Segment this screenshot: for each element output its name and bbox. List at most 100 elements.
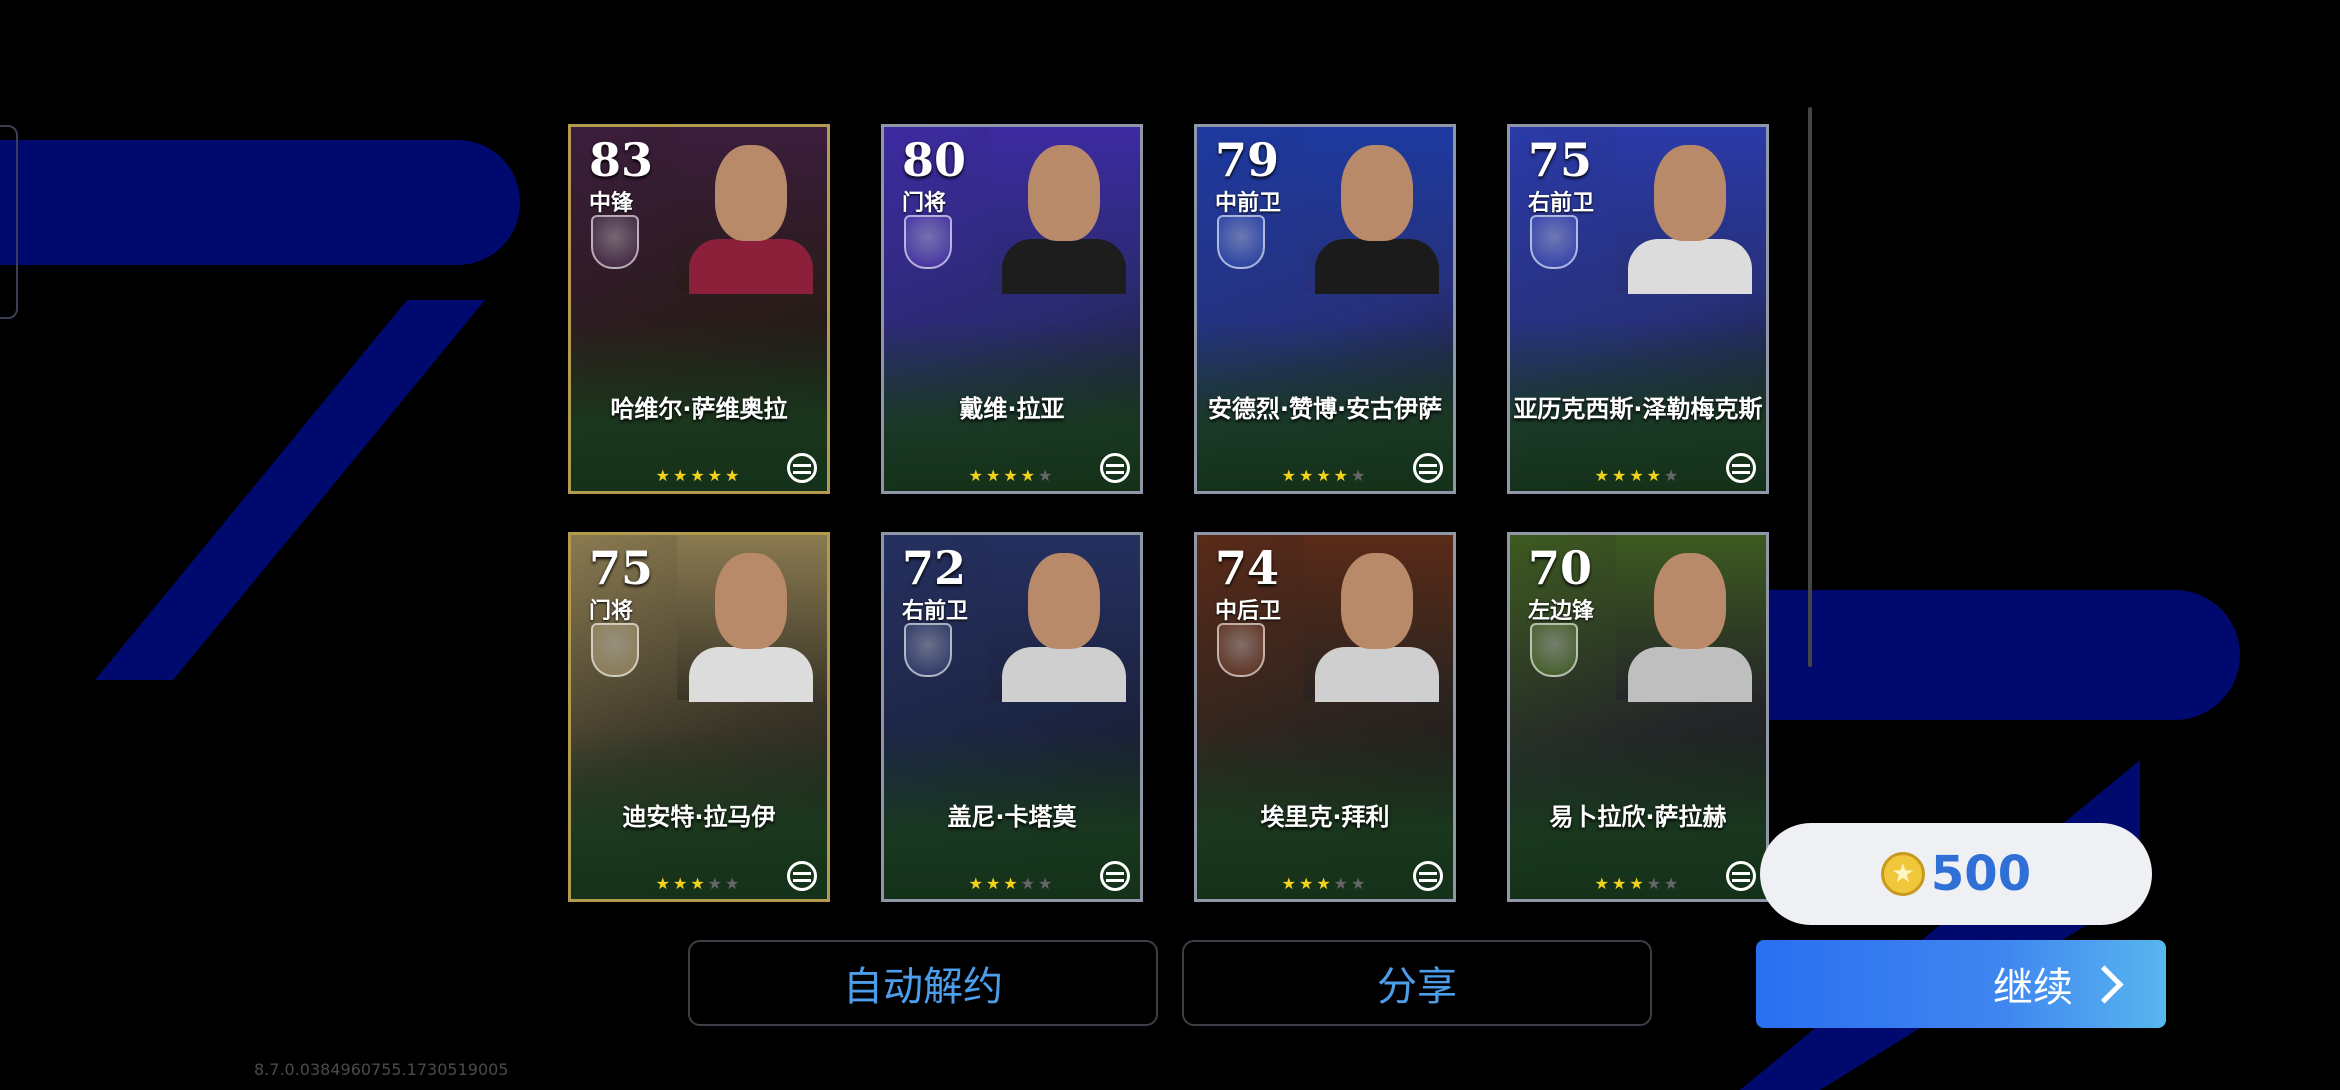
scrollbar[interactable] (1808, 107, 1812, 667)
efootball-logo-icon (1726, 861, 1756, 891)
chevron-right-icon (2085, 964, 2124, 1004)
star-icon: ★ (1298, 466, 1317, 485)
player-position: 右前卫 (902, 599, 969, 624)
club-badge-icon (1530, 623, 1578, 677)
player-portrait (1303, 127, 1453, 294)
player-position: 中锋 (589, 191, 634, 216)
star-icon: ★ (1351, 466, 1369, 485)
player-portrait (1616, 535, 1766, 702)
club-badge-icon (1217, 623, 1265, 677)
background-shape (95, 300, 485, 680)
efootball-logo-icon (1100, 861, 1130, 891)
star-icon: ★ (1351, 874, 1369, 893)
star-icon: ★ (1594, 466, 1612, 485)
club-badge-icon (1530, 215, 1578, 269)
efootball-logo-icon (1100, 453, 1130, 483)
star-icon: ★ (1003, 466, 1021, 485)
star-icon: ★ (1594, 874, 1612, 893)
player-portrait (990, 127, 1140, 294)
star-icon: ★ (655, 874, 673, 893)
star-icon: ★ (1281, 466, 1299, 485)
star-icon: ★ (1038, 466, 1056, 485)
share-label: 分享 (1377, 964, 1457, 1010)
star-icon: ★ (1646, 874, 1665, 893)
star-icon: ★ (968, 466, 986, 485)
coin-cost-display: ★ 500 (1760, 823, 2152, 925)
player-rating: 70 (1528, 541, 1593, 595)
star-icon: ★ (1020, 466, 1039, 485)
club-badge-icon (591, 215, 639, 269)
star-icon: ★ (1664, 874, 1682, 893)
player-position: 中前卫 (1215, 191, 1282, 216)
star-icon: ★ (655, 466, 673, 485)
efootball-logo-icon (787, 453, 817, 483)
player-card[interactable]: 75 门将 迪安特·拉马伊 ★★★★★ (568, 532, 830, 902)
share-button[interactable]: 分享 (1182, 940, 1652, 1026)
star-icon: ★ (672, 874, 691, 893)
club-badge-icon (1217, 215, 1265, 269)
star-icon: ★ (1298, 874, 1317, 893)
player-card[interactable]: 74 中后卫 埃里克·拜利 ★★★★★ (1194, 532, 1456, 902)
star-icon: ★ (690, 466, 708, 485)
player-name: 盖尼·卡塔莫 (947, 803, 1077, 831)
efootball-logo-icon (1413, 861, 1443, 891)
star-icon: ★ (707, 466, 726, 485)
auto-release-label: 自动解约 (843, 964, 1003, 1010)
player-card[interactable]: 79 中前卫 安德烈·赞博·安古伊萨 ★★★★★ (1194, 124, 1456, 494)
efootball-logo-icon (787, 861, 817, 891)
auto-release-button[interactable]: 自动解约 (688, 940, 1158, 1026)
player-card[interactable]: 80 门将 戴维·拉亚 ★★★★★ (881, 124, 1143, 494)
star-icon: ★ (985, 466, 1004, 485)
player-rating: 83 (589, 133, 654, 187)
player-portrait (1616, 127, 1766, 294)
background-shape (1760, 590, 2240, 720)
star-icon: ★ (1629, 466, 1647, 485)
star-icon: ★ (1333, 466, 1352, 485)
player-portrait (990, 535, 1140, 702)
coin-amount: 500 (1930, 846, 2032, 902)
player-card[interactable]: 72 右前卫 盖尼·卡塔莫 ★★★★★ (881, 532, 1143, 902)
player-card[interactable]: 75 右前卫 亚历克西斯·泽勒梅克斯 ★★★★★ (1507, 124, 1769, 494)
star-icon: ★ (1646, 466, 1665, 485)
star-coin-icon: ★ (1880, 852, 1925, 896)
star-icon: ★ (1611, 466, 1630, 485)
star-icon: ★ (968, 874, 986, 893)
player-portrait (677, 127, 827, 294)
star-icon: ★ (985, 874, 1004, 893)
efootball-logo-icon (1726, 453, 1756, 483)
star-icon: ★ (1316, 874, 1334, 893)
player-name: 易卜拉欣·萨拉赫 (1549, 803, 1727, 831)
background-shape (1740, 760, 2140, 1090)
continue-button[interactable]: 继续 (1756, 940, 2166, 1028)
star-icon: ★ (1003, 874, 1021, 893)
star-icon: ★ (725, 874, 743, 893)
background-shape (0, 140, 520, 265)
continue-label: 继续 (1993, 965, 2073, 1011)
star-icon: ★ (725, 466, 743, 485)
player-position: 门将 (589, 599, 634, 624)
player-name: 亚历克西斯·泽勒梅克斯 (1513, 395, 1763, 423)
player-rating: 74 (1215, 541, 1280, 595)
player-rating: 75 (1528, 133, 1593, 187)
star-icon: ★ (1611, 874, 1630, 893)
version-text: 8.7.0.0384960755.1730519005 (254, 1060, 509, 1079)
player-card[interactable]: 70 左边锋 易卜拉欣·萨拉赫 ★★★★★ (1507, 532, 1769, 902)
star-icon: ★ (672, 466, 691, 485)
player-card[interactable]: 83 中锋 哈维尔·萨维奥拉 ★★★★★ (568, 124, 830, 494)
star-icon: ★ (1316, 466, 1334, 485)
side-panel-edge[interactable] (0, 125, 18, 319)
player-portrait (1303, 535, 1453, 702)
player-position: 中后卫 (1215, 599, 1282, 624)
player-position: 右前卫 (1528, 191, 1595, 216)
player-name: 迪安特·拉马伊 (622, 803, 776, 831)
player-name: 哈维尔·萨维奥拉 (610, 395, 788, 423)
player-rating: 80 (902, 133, 967, 187)
star-icon: ★ (690, 874, 708, 893)
star-icon: ★ (1664, 466, 1682, 485)
club-badge-icon (904, 623, 952, 677)
star-icon: ★ (1629, 874, 1647, 893)
player-portrait (677, 535, 827, 702)
star-icon: ★ (1281, 874, 1299, 893)
player-rating: 72 (902, 541, 967, 595)
player-name: 戴维·拉亚 (959, 395, 1065, 423)
